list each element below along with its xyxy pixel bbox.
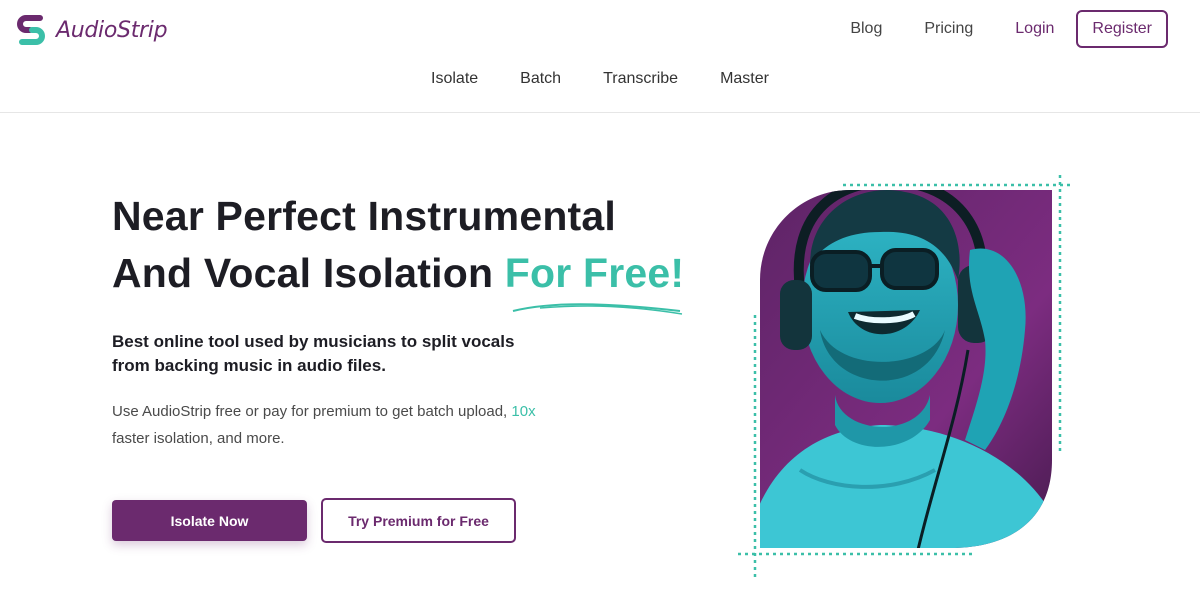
nav-blog-link[interactable]: Blog (850, 20, 882, 38)
hero-title-line1: Near Perfect Instrumental (112, 193, 617, 239)
site-header: AudioStrip Blog Pricing Login Register I… (0, 0, 1200, 113)
sub-nav-isolate[interactable]: Isolate (431, 70, 478, 88)
hero-title-line2: And Vocal Isolation (112, 250, 494, 296)
brand-logo[interactable]: AudioStrip (14, 12, 168, 48)
isolate-now-button[interactable]: Isolate Now (112, 500, 307, 541)
audiostrip-logo-icon (17, 15, 45, 45)
sub-nav-master[interactable]: Master (720, 70, 769, 88)
nav-pricing-link[interactable]: Pricing (924, 20, 973, 38)
sub-nav-batch[interactable]: Batch (520, 70, 561, 88)
try-premium-button[interactable]: Try Premium for Free (321, 498, 516, 543)
hero-title-accent: For Free! (504, 250, 685, 296)
accent-underline-icon (512, 303, 683, 315)
hero-description-accent: 10x (511, 403, 536, 420)
man-with-headphones-image (738, 175, 1072, 580)
hero-subtitle: Best online tool used by musicians to sp… (112, 332, 515, 375)
hero-description-text: Use AudioStrip free or pay for premium t… (112, 403, 508, 420)
hero-title: Near Perfect Instrumental And Vocal Isol… (112, 188, 732, 302)
brand-name: AudioStrip (56, 17, 168, 43)
top-navigation: Blog Pricing Login Register (808, 10, 1168, 48)
register-button[interactable]: Register (1076, 10, 1168, 48)
hero-description-end: faster isolation, and more. (112, 430, 285, 447)
sub-nav-transcribe[interactable]: Transcribe (603, 70, 678, 88)
product-navigation: Isolate Batch Transcribe Master (0, 64, 1200, 94)
nav-login-link[interactable]: Login (1015, 20, 1054, 38)
hero-description: Use AudioStrip free or pay for premium t… (112, 398, 572, 452)
